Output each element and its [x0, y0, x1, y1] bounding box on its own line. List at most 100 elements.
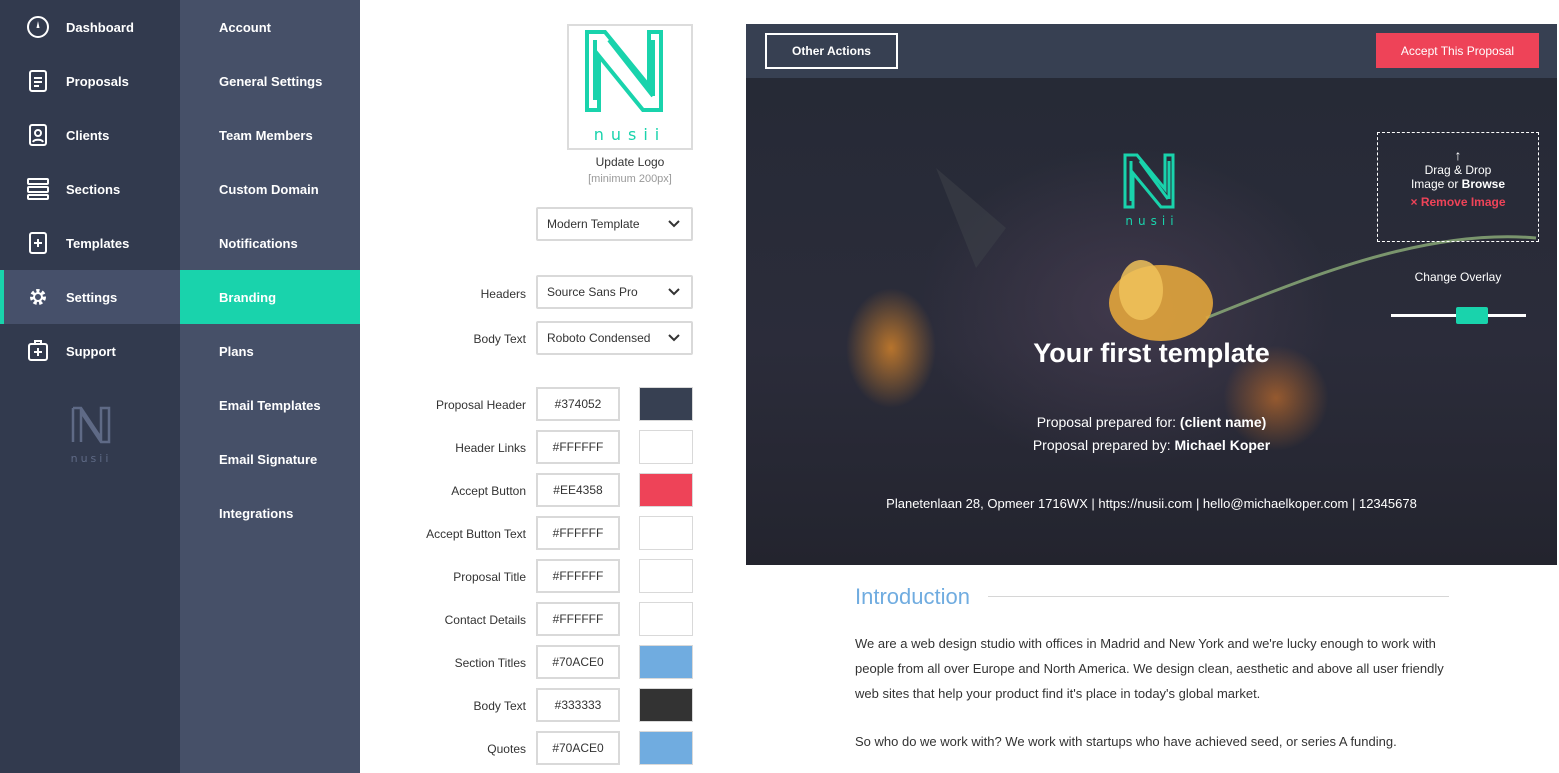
gear-icon [30, 289, 46, 305]
nav-label: Sections [66, 181, 121, 197]
color-label: Accept Button [451, 484, 526, 498]
template-select[interactable]: Modern Template [536, 207, 693, 241]
settings-submenu: Account General Settings Team Members Cu… [180, 0, 360, 773]
prepared-by: Proposal prepared by: Michael Koper [746, 437, 1557, 453]
color-swatch[interactable] [639, 559, 693, 593]
intro-paragraph: We are a web design studio with offices … [855, 636, 1444, 701]
color-hex-input[interactable] [536, 645, 620, 679]
upload-arrow-icon: ↑ [1454, 147, 1462, 163]
nav-templates[interactable]: Templates [0, 216, 180, 270]
dropzone-line2: Image or Browse [1378, 177, 1538, 191]
nusii-logo: nusii [1123, 153, 1175, 228]
nav-settings[interactable]: Settings [0, 270, 180, 324]
contact-details: Planetenlaan 28, Opmeer 1716WX | https:/… [886, 496, 1417, 511]
nav-clients[interactable]: Clients [0, 108, 180, 162]
submenu-account[interactable]: Account [180, 0, 360, 54]
color-label: Contact Details [444, 613, 526, 627]
color-label: Quotes [487, 742, 526, 756]
color-swatch[interactable] [639, 516, 693, 550]
submenu-email-signature[interactable]: Email Signature [180, 432, 360, 486]
color-label: Proposal Title [453, 570, 526, 584]
dropzone-line2-text: Image or [1410, 177, 1462, 191]
chevron-down-icon [668, 288, 680, 296]
color-swatch[interactable] [639, 602, 693, 636]
accept-proposal-button[interactable]: Accept This Proposal [1376, 33, 1539, 68]
nusii-logo: nusii [585, 30, 667, 144]
logo-upload[interactable]: nusii [567, 24, 693, 150]
hero-image: nusii ↑ Drag & Drop Image or Browse × Re… [746, 78, 1557, 565]
dashboard-icon [27, 16, 49, 38]
nav-proposals[interactable]: Proposals [0, 54, 180, 108]
color-hex-input[interactable] [536, 731, 620, 765]
body-font-select[interactable]: Roboto Condensed [536, 321, 693, 355]
nav-label: Proposals [66, 73, 129, 89]
sections-icon [27, 178, 49, 200]
branding-form: nusii Update Logo [minimum 200px] Modern… [360, 0, 745, 773]
nav-sections[interactable]: Sections [0, 162, 180, 216]
remove-image-label: Remove Image [1420, 195, 1506, 209]
prepared-for: Proposal prepared for: (client name) [746, 414, 1557, 430]
color-swatch[interactable] [639, 731, 693, 765]
browse-link[interactable]: Browse [1462, 177, 1505, 191]
nav-label: Support [66, 343, 116, 359]
color-label: Header Links [455, 441, 526, 455]
template-select-value: Modern Template [547, 217, 640, 231]
nusii-logo: nusii [71, 406, 112, 465]
color-swatch[interactable] [639, 645, 693, 679]
prepared-by-label: Proposal prepared by: [1032, 437, 1175, 453]
color-label: Accept Button Text [426, 527, 526, 541]
color-hex-input[interactable] [536, 473, 620, 507]
submenu-branding[interactable]: Branding [180, 270, 360, 324]
body-font-value: Roboto Condensed [547, 331, 651, 345]
dropzone-line1: Drag & Drop [1424, 163, 1492, 177]
color-label: Section Titles [454, 656, 526, 670]
chevron-down-icon [668, 220, 680, 228]
overlay-slider-thumb[interactable] [1456, 307, 1488, 324]
color-hex-input[interactable] [536, 559, 620, 593]
clients-icon [29, 124, 47, 146]
color-swatch[interactable] [639, 688, 693, 722]
headers-label: Headers [480, 287, 526, 301]
logo-text: nusii [594, 125, 667, 144]
nav-label: Templates [66, 235, 130, 251]
chevron-down-icon [668, 334, 680, 342]
submenu-custom-domain[interactable]: Custom Domain [180, 162, 360, 216]
color-hex-input[interactable] [536, 387, 620, 421]
color-swatch[interactable] [639, 473, 693, 507]
color-swatch[interactable] [639, 430, 693, 464]
proposal-title: Your first template [1033, 338, 1270, 368]
proposal-preview: Other Actions Accept This Proposal nusii… [746, 24, 1557, 773]
close-icon: × [1410, 195, 1421, 209]
color-hex-input[interactable] [536, 688, 620, 722]
prepared-by-value: Michael Koper [1174, 437, 1271, 453]
change-overlay-label: Change Overlay [1414, 270, 1502, 284]
nav-dashboard[interactable]: Dashboard [0, 0, 180, 54]
nav-label: Dashboard [66, 19, 134, 35]
remove-image-link[interactable]: × Remove Image [1378, 195, 1538, 209]
submenu-notifications[interactable]: Notifications [180, 216, 360, 270]
nav-label: Settings [66, 289, 118, 305]
nav-logo-text: nusii [71, 452, 112, 465]
submenu-email-templates[interactable]: Email Templates [180, 378, 360, 432]
color-hex-input[interactable] [536, 602, 620, 636]
color-hex-input[interactable] [536, 516, 620, 550]
color-swatch[interactable] [639, 387, 693, 421]
nav-label: Clients [66, 127, 110, 143]
proposal-header: Other Actions Accept This Proposal [746, 24, 1557, 78]
headers-font-value: Source Sans Pro [547, 285, 638, 299]
image-dropzone[interactable]: ↑ Drag & Drop Image or Browse × Remove I… [1377, 132, 1539, 242]
intro-paragraph: So who do we work with? We work with sta… [855, 734, 1397, 749]
section-title: Introduction [855, 584, 970, 609]
submenu-plans[interactable]: Plans [180, 324, 360, 378]
other-actions-button[interactable]: Other Actions [765, 33, 898, 69]
templates-icon [29, 232, 47, 254]
submenu-general-settings[interactable]: General Settings [180, 54, 360, 108]
update-logo-link[interactable]: Update Logo [550, 155, 710, 169]
nav-support[interactable]: Support [0, 324, 180, 378]
submenu-team-members[interactable]: Team Members [180, 108, 360, 162]
submenu-integrations[interactable]: Integrations [180, 486, 360, 540]
divider [988, 596, 1449, 597]
headers-font-select[interactable]: Source Sans Pro [536, 275, 693, 309]
color-hex-input[interactable] [536, 430, 620, 464]
proposals-icon [29, 70, 47, 92]
